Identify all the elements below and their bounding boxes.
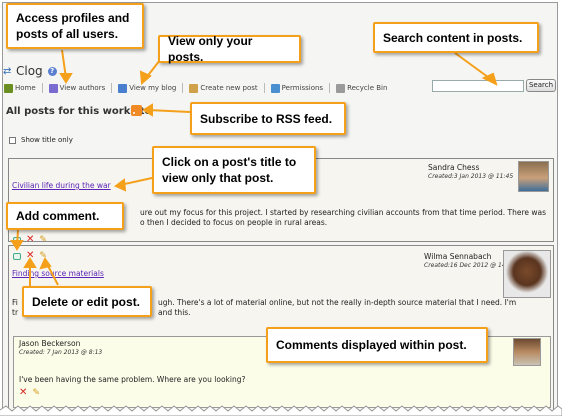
callout-subscribe-rss: Subscribe to RSS feed. (190, 102, 346, 135)
toolbar-separator (111, 83, 113, 93)
post-actions: ✕ ✎ (13, 235, 47, 245)
avatar (503, 250, 551, 298)
callout-search-content: Search content in posts. (373, 22, 539, 53)
post-actions: ✕ ✎ (13, 251, 47, 261)
callout-click-title: Click on a post's title to view only tha… (152, 146, 316, 194)
toolbar-permissions[interactable]: Permissions (270, 83, 324, 93)
toolbar-recycle-bin[interactable]: Recycle Bin (336, 83, 388, 93)
add-comment-icon[interactable] (13, 252, 21, 260)
page-title: All posts for this worksite (6, 106, 152, 117)
comment-text: I've been having the same problem. Where… (19, 375, 246, 384)
post-author: Sandra Chess (428, 163, 480, 172)
comment-author: Jason Beckerson (19, 339, 81, 348)
post-body: ugh. There's a lot of material online, b… (158, 298, 517, 307)
post-body: and this. (158, 308, 191, 317)
home-icon (4, 83, 13, 93)
permissions-icon (270, 83, 280, 93)
toolbar-separator (41, 83, 43, 93)
recycle-bin-icon (336, 83, 346, 93)
toolbar-view-my-blog[interactable]: View my blog (118, 83, 177, 93)
toolbar-home-label: Home (15, 84, 36, 92)
edit-icon[interactable]: ✎ (39, 236, 47, 245)
toolbar-create-new-post[interactable]: Create new post (189, 83, 258, 93)
show-title-only-label: Show title only (21, 136, 73, 144)
post-body: tr (12, 308, 19, 317)
post-title-link[interactable]: Civilian life during the war (12, 181, 111, 190)
delete-icon[interactable]: ✕ (19, 388, 27, 398)
toolbar: Home View authors View my blog Create ne… (4, 81, 393, 95)
rss-icon[interactable] (131, 105, 142, 116)
callout-delete-edit: Delete or edit post. (22, 286, 152, 317)
toolbar-permissions-label: Permissions (281, 84, 324, 92)
edit-icon[interactable]: ✎ (39, 252, 47, 261)
toolbar-home[interactable]: Home (4, 83, 36, 93)
post-title-link[interactable]: Finding source materials (12, 269, 104, 278)
toolbar-recycle-bin-label: Recycle Bin (347, 84, 388, 92)
toolbar-create-new-post-label: Create new post (200, 84, 258, 92)
search-input[interactable] (432, 80, 524, 92)
show-title-only-checkbox[interactable] (9, 136, 16, 144)
help-icon[interactable]: ? (47, 66, 57, 76)
toolbar-view-authors-label: View authors (59, 84, 106, 92)
delete-icon[interactable]: ✕ (26, 251, 34, 261)
post-body: o then I decided to focus on people in r… (140, 218, 328, 227)
post-created: Created:16 Dec 2012 @ 14:42 (424, 262, 516, 269)
avatar (513, 338, 541, 366)
new-post-icon (189, 83, 199, 93)
toolbar-view-my-blog-label: View my blog (129, 84, 177, 92)
comment-created: Created: 7 Jan 2013 @ 8:13 (19, 349, 103, 356)
callout-view-only-posts: View only your posts. (158, 34, 301, 64)
comment-actions: ✕ ✎ (19, 388, 40, 398)
authors-icon (48, 83, 58, 93)
post-body: ure out my focus for this project. I sta… (140, 208, 547, 217)
show-title-only[interactable]: Show title only (9, 136, 73, 144)
toolbar-separator (182, 83, 184, 93)
tool-header: ⇄ Clog ? (3, 63, 57, 79)
blog-icon (118, 83, 128, 93)
edit-icon[interactable]: ✎ (32, 389, 40, 398)
toolbar-separator (329, 83, 331, 93)
callout-add-comment: Add comment. (6, 202, 124, 230)
avatar (518, 161, 549, 192)
callout-access-profiles: Access profiles and posts of all users. (6, 3, 144, 49)
tool-title: Clog (16, 64, 43, 78)
add-comment-icon[interactable] (13, 236, 21, 244)
reset-icon[interactable]: ⇄ (3, 66, 12, 76)
post-author: Wilma Sennabach (424, 252, 492, 261)
delete-icon[interactable]: ✕ (26, 235, 34, 245)
callout-comments-within: Comments displayed within post. (266, 327, 488, 363)
post-created: Created:3 Jan 2013 @ 11:45 (428, 173, 514, 180)
toolbar-view-authors[interactable]: View authors (48, 83, 106, 93)
post-body: Fi (12, 298, 18, 307)
toolbar-separator (263, 83, 265, 93)
search-button[interactable]: Search (526, 79, 556, 92)
